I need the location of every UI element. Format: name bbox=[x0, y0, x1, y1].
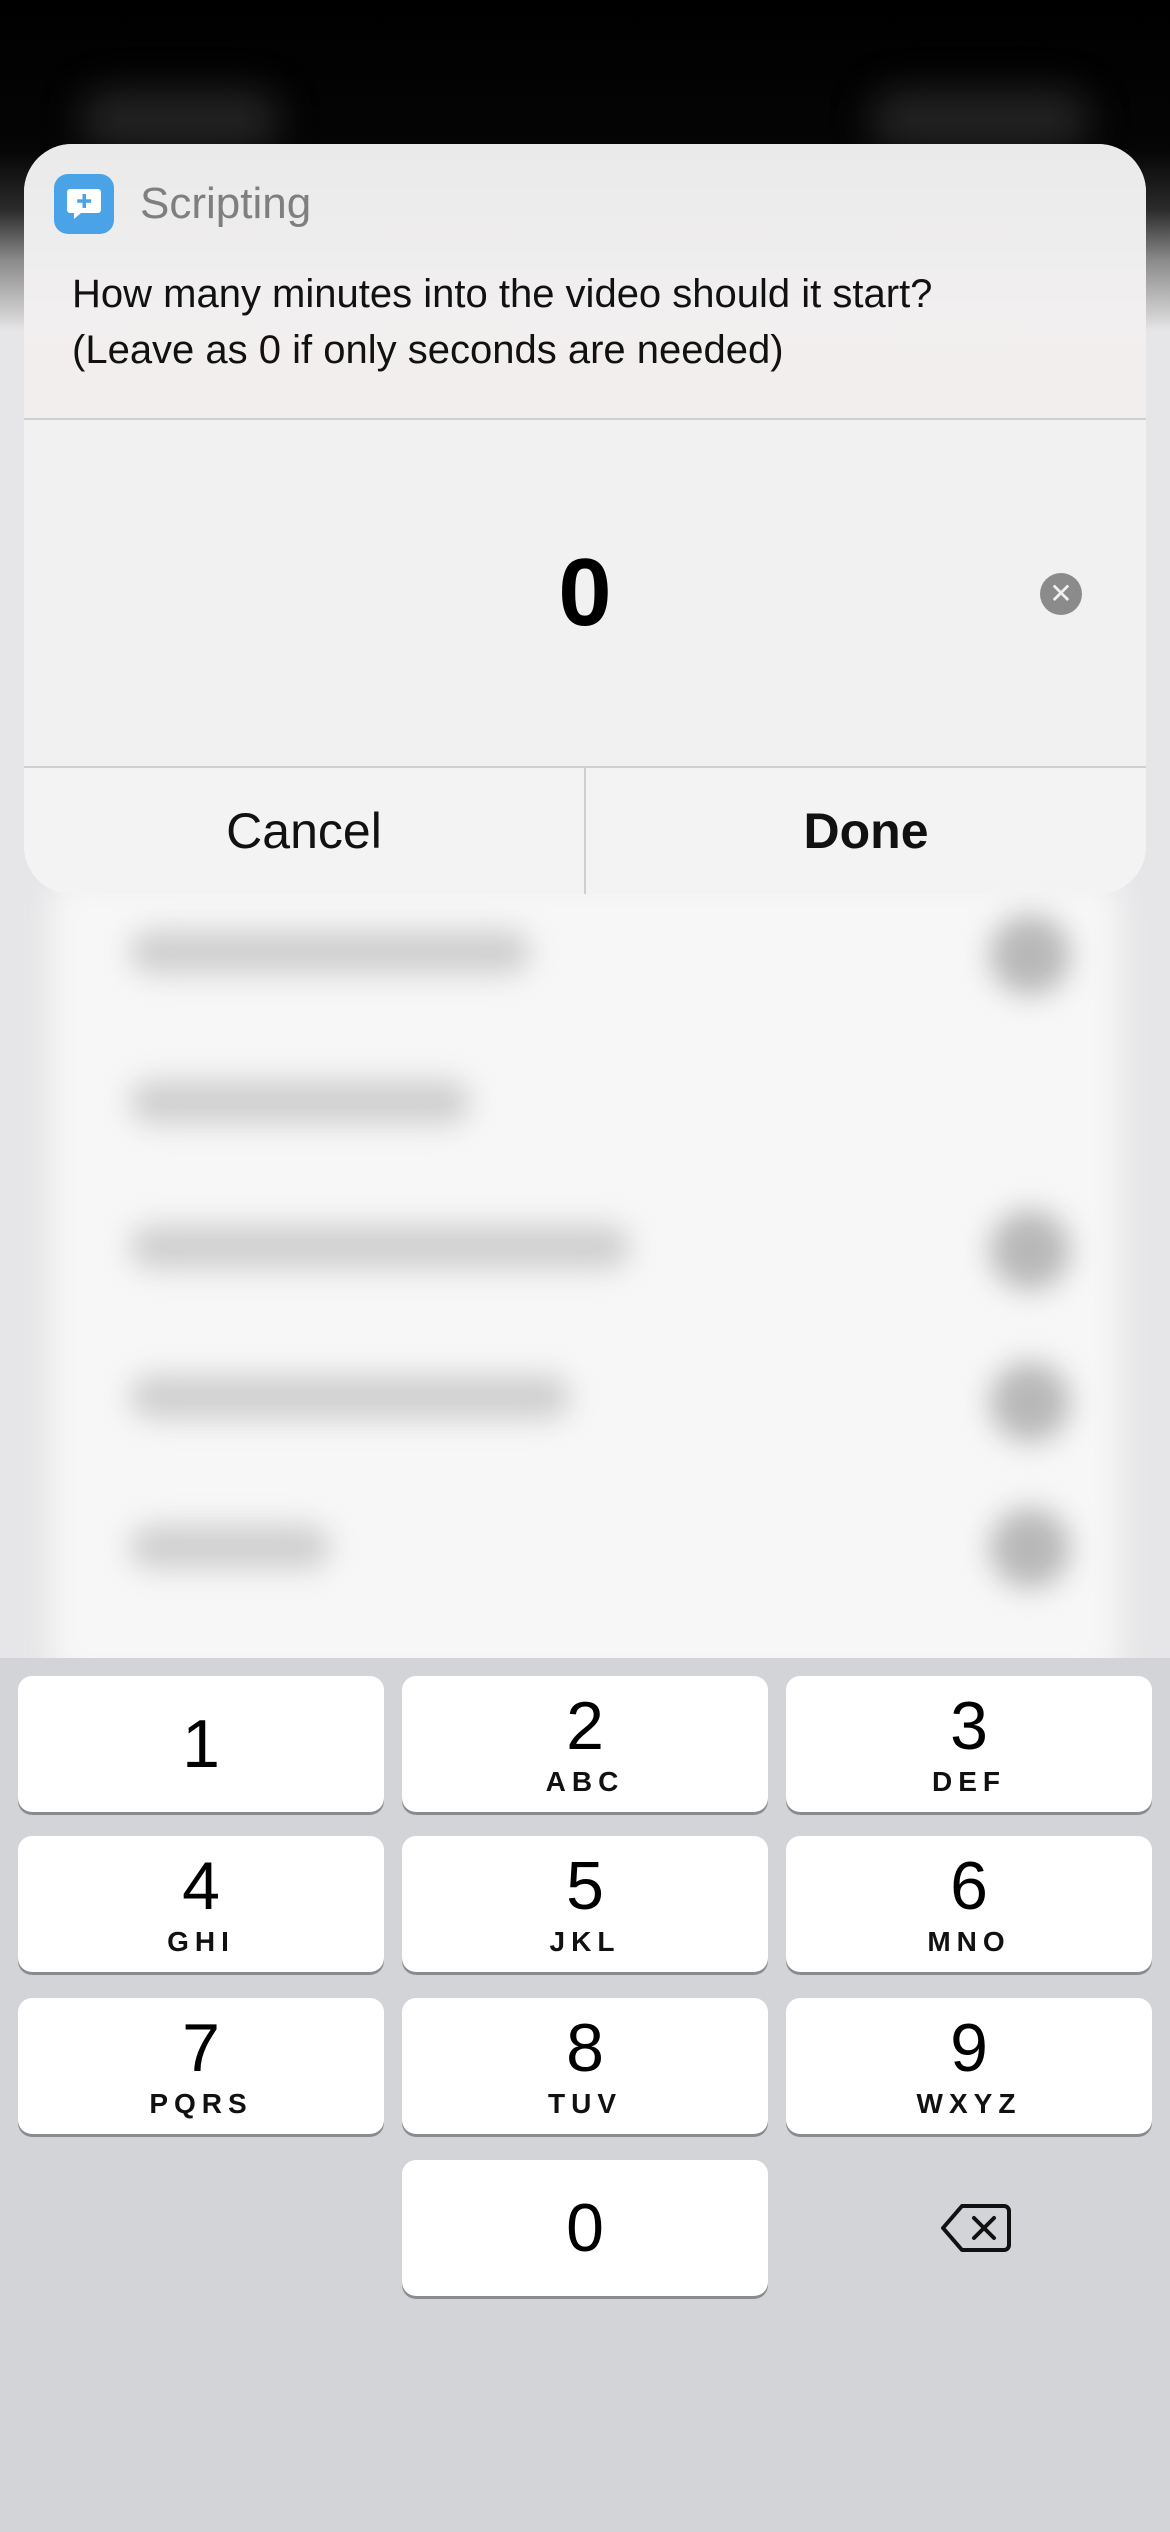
background-blurred-dot bbox=[990, 1210, 1070, 1290]
key-4[interactable]: 4 GHI bbox=[18, 1836, 384, 1972]
background-blurred-row bbox=[130, 1225, 630, 1269]
background-blurred-dot bbox=[990, 1362, 1070, 1442]
background-blurred-dot bbox=[990, 1508, 1070, 1588]
alert-app-name: Scripting bbox=[140, 179, 312, 228]
background-blurred-nav-right bbox=[870, 90, 1090, 150]
background-blurred-row bbox=[130, 930, 530, 974]
minutes-input-field[interactable]: 0 ✕ bbox=[24, 420, 1146, 766]
key-letters: DEF bbox=[932, 1766, 1006, 1797]
key-2[interactable]: 2 ABC bbox=[402, 1676, 768, 1812]
background-blurred-dot bbox=[990, 915, 1070, 995]
backspace-icon bbox=[941, 2204, 1011, 2252]
input-alert-dialog: Scripting How many minutes into the vide… bbox=[24, 144, 1146, 894]
key-digit: 9 bbox=[950, 2010, 988, 2086]
clear-x-icon[interactable]: ✕ bbox=[1040, 573, 1082, 615]
key-digit: 4 bbox=[182, 1848, 220, 1924]
key-letters: PQRS bbox=[149, 2088, 253, 2119]
key-letters: MNO bbox=[927, 1926, 1011, 1957]
key-8[interactable]: 8 TUV bbox=[402, 1998, 768, 2134]
minutes-input-value[interactable]: 0 bbox=[24, 420, 1146, 766]
key-9[interactable]: 9 WXYZ bbox=[786, 1998, 1152, 2134]
key-1[interactable]: 1 bbox=[18, 1676, 384, 1812]
alert-app-row: Scripting bbox=[54, 174, 311, 234]
chat-bubble-plus-icon bbox=[54, 174, 114, 234]
backspace-key[interactable] bbox=[786, 2160, 1166, 2296]
cancel-button[interactable]: Cancel bbox=[24, 768, 584, 894]
key-letters: WXYZ bbox=[916, 2088, 1022, 2119]
alert-header: Scripting How many minutes into the vide… bbox=[24, 144, 1146, 418]
key-letters: ABC bbox=[545, 1766, 625, 1797]
alert-message-line-2: (Leave as 0 if only seconds are needed) bbox=[72, 328, 784, 372]
key-letters: TUV bbox=[548, 2088, 622, 2119]
key-letters: JKL bbox=[549, 1926, 621, 1957]
key-digit: 0 bbox=[566, 2190, 604, 2266]
key-digit: 3 bbox=[950, 1688, 988, 1764]
key-digit: 7 bbox=[182, 2010, 220, 2086]
alert-message-line-1: How many minutes into the video should i… bbox=[72, 272, 933, 316]
alert-message: How many minutes into the video should i… bbox=[72, 266, 1112, 378]
key-6[interactable]: 6 MNO bbox=[786, 1836, 1152, 1972]
key-digit: 1 bbox=[182, 1706, 220, 1782]
key-3[interactable]: 3 DEF bbox=[786, 1676, 1152, 1812]
background-blurred-row bbox=[130, 1080, 470, 1124]
key-digit: 8 bbox=[566, 2010, 604, 2086]
done-button[interactable]: Done bbox=[586, 768, 1146, 894]
alert-button-row: Cancel Done bbox=[24, 768, 1146, 894]
background-blurred-nav-left bbox=[80, 90, 280, 150]
key-5[interactable]: 5 JKL bbox=[402, 1836, 768, 1972]
key-digit: 6 bbox=[950, 1848, 988, 1924]
key-7[interactable]: 7 PQRS bbox=[18, 1998, 384, 2134]
key-letters: GHI bbox=[167, 1926, 235, 1957]
screen: Scripting How many minutes into the vide… bbox=[0, 0, 1170, 2532]
key-digit: 2 bbox=[566, 1688, 604, 1764]
background-blurred-row bbox=[130, 1375, 570, 1419]
background-blurred-row bbox=[130, 1525, 330, 1569]
key-digit: 5 bbox=[566, 1848, 604, 1924]
numeric-keypad: 1 2 ABC 3 DEF 4 GHI 5 JKL 6 MNO 7 PQRS 8… bbox=[0, 1658, 1170, 2532]
key-0[interactable]: 0 bbox=[402, 2160, 768, 2296]
